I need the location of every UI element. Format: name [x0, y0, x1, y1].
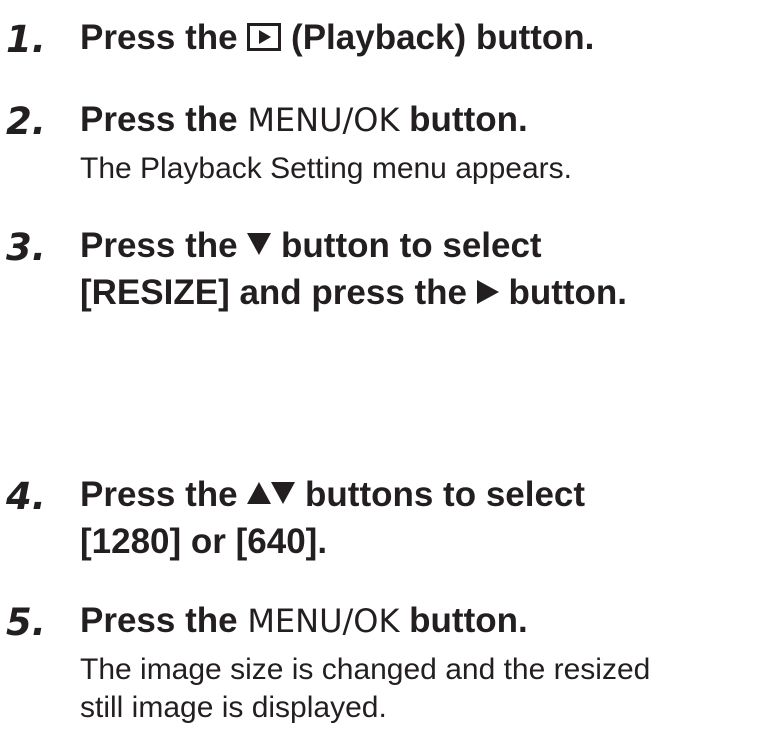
- step-note-line-2: still image is displayed.: [80, 691, 387, 724]
- step-number: 1.: [6, 18, 46, 61]
- step-instruction-line-2: [RESIZE] and press the button.: [80, 273, 628, 312]
- menu-ok-button-label: MENU/OK: [247, 101, 400, 139]
- menu-ok-button-label: MENU/OK: [247, 602, 400, 640]
- right-arrow-icon: [476, 280, 499, 304]
- step-number: 5.: [6, 601, 46, 644]
- step-number: 3.: [6, 226, 46, 269]
- step-instruction: Press the (Playback) button.: [80, 18, 595, 57]
- step-number: 2.: [6, 100, 46, 143]
- step-instruction: Press the MENU/OK button.: [80, 601, 528, 640]
- step-number: 4.: [6, 475, 46, 518]
- step-instruction-line-2: [1280] or [640].: [80, 522, 328, 561]
- step-note-line-1: The image size is changed and the resize…: [80, 653, 651, 686]
- playback-icon: [247, 23, 282, 51]
- step-instruction: Press the MENU/OK button.: [80, 100, 528, 139]
- step-instruction-line-1: Press the button to select: [80, 226, 542, 265]
- down-arrow-icon: [247, 233, 272, 255]
- up-arrow-icon: [247, 482, 272, 504]
- step-note: The Playback Setting menu appears.: [80, 152, 572, 185]
- step-instruction-line-1: Press the buttons to select: [80, 475, 586, 514]
- down-arrow-icon: [271, 482, 296, 504]
